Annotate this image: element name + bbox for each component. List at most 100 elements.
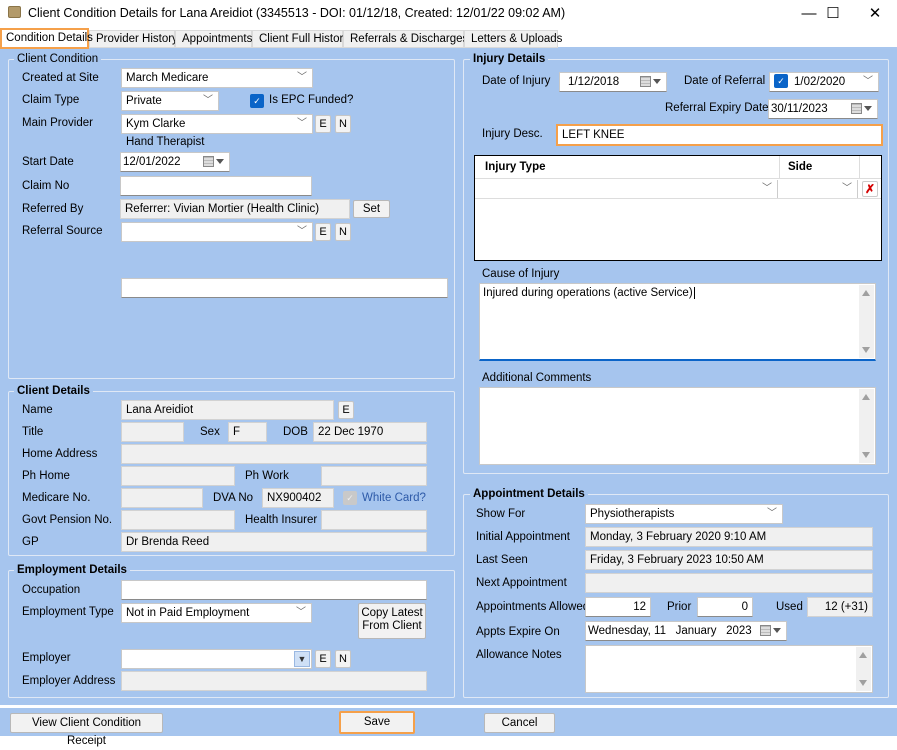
- start-date-value: 12/01/2022: [123, 156, 181, 168]
- used-label: Used: [776, 601, 803, 613]
- employment-type-value: Not in Paid Employment: [126, 607, 250, 619]
- client-condition-title: Client Condition: [14, 53, 102, 65]
- created-at-site-label: Created at Site: [22, 72, 99, 84]
- start-date-label: Start Date: [22, 156, 74, 168]
- additional-comments-textarea[interactable]: [479, 387, 876, 465]
- sex-label: Sex: [200, 426, 220, 438]
- save-button[interactable]: Save: [339, 711, 415, 734]
- grid-header-row: Injury Type Side: [475, 156, 881, 179]
- govt-pension-label: Govt Pension No.: [22, 514, 113, 526]
- new-provider-button[interactable]: N: [335, 115, 351, 133]
- date-of-referral-picker[interactable]: ✓ 1/02/2020 ﹀: [769, 72, 879, 92]
- home-address-field: [121, 444, 427, 464]
- grid-row: ﹀ ﹀ ✗: [475, 179, 881, 199]
- edit-client-button[interactable]: E: [338, 401, 354, 419]
- chevron-down-icon: ﹀: [203, 95, 213, 106]
- start-date-picker[interactable]: 12/01/2022: [120, 152, 230, 172]
- referral-expiry-label: Referral Expiry Date: [665, 102, 769, 114]
- tab-condition-details[interactable]: Condition Details: [0, 28, 93, 49]
- calendar-icon[interactable]: [851, 103, 873, 115]
- referral-source-select[interactable]: ﹀: [121, 222, 313, 242]
- last-seen-field: Friday, 3 February 2023 10:50 AM: [585, 550, 873, 570]
- set-referrer-button[interactable]: Set: [353, 200, 390, 218]
- created-at-site-select[interactable]: March Medicare ﹀: [121, 68, 313, 88]
- chevron-down-icon: ﹀: [297, 226, 307, 237]
- new-referral-source-button[interactable]: N: [335, 223, 351, 241]
- created-at-site-value: March Medicare: [126, 72, 209, 84]
- delete-row-button[interactable]: ✗: [862, 181, 878, 197]
- edit-referral-source-button[interactable]: E: [315, 223, 331, 241]
- tab-letters-uploads[interactable]: Letters & Uploads: [464, 30, 562, 48]
- cancel-button[interactable]: Cancel: [484, 713, 555, 733]
- grid-header-injury-type: Injury Type: [485, 161, 546, 173]
- chevron-down-icon[interactable]: ▼: [294, 651, 310, 667]
- view-receipt-button[interactable]: View Client Condition Receipt: [10, 713, 163, 747]
- main-provider-select[interactable]: Kym Clarke ﹀: [121, 114, 313, 134]
- allowance-notes-textarea[interactable]: [585, 645, 873, 693]
- side-select[interactable]: ﹀: [781, 180, 858, 198]
- calendar-icon[interactable]: [203, 156, 225, 168]
- tab-provider-history[interactable]: Provider History: [89, 30, 178, 48]
- close-button[interactable]: ✕: [852, 0, 897, 28]
- cause-of-injury-textarea[interactable]: Injured during operations (active Servic…: [479, 283, 876, 361]
- health-insurer-label: Health Insurer: [245, 514, 318, 526]
- referral-expiry-picker[interactable]: 30/11/2023: [768, 99, 878, 119]
- medicare-label: Medicare No.: [22, 492, 91, 504]
- extra-condition-input[interactable]: [121, 278, 448, 298]
- scroll-up-icon: [859, 652, 867, 658]
- tab-client-full-history[interactable]: Client Full History: [252, 30, 349, 48]
- close-icon: ✕: [868, 5, 882, 22]
- scrollbar[interactable]: [859, 389, 874, 463]
- employer-select[interactable]: ▼: [121, 649, 312, 669]
- show-for-value: Physiotherapists: [590, 508, 675, 520]
- appts-expire-picker[interactable]: Wednesday, 11 January 2023: [585, 621, 787, 641]
- grid-divider: [859, 156, 860, 179]
- scroll-up-icon: [862, 290, 870, 296]
- new-employer-button[interactable]: N: [335, 650, 351, 668]
- scrollbar[interactable]: [859, 285, 874, 358]
- appointments-allowed-input[interactable]: 12: [585, 597, 651, 617]
- dob-field: 22 Dec 1970: [313, 422, 427, 442]
- chevron-down-icon: ﹀: [767, 508, 777, 519]
- prior-input[interactable]: 0: [697, 597, 753, 617]
- check-icon: ✓: [253, 96, 261, 106]
- window-title: Client Condition Details for Lana Areidi…: [28, 6, 566, 20]
- copy-latest-line1: Copy Latest: [361, 607, 423, 619]
- calendar-icon[interactable]: [760, 625, 782, 637]
- white-card-checkbox[interactable]: ✓: [343, 491, 357, 505]
- injury-details-title: Injury Details: [470, 53, 549, 65]
- home-address-label: Home Address: [22, 448, 98, 460]
- injury-type-select[interactable]: ﹀: [476, 180, 778, 198]
- date-of-referral-checkbox[interactable]: ✓: [774, 73, 788, 88]
- date-of-referral-value: 1/02/2020: [794, 76, 846, 88]
- show-for-select[interactable]: Physiotherapists ﹀: [585, 504, 783, 524]
- tab-appointments[interactable]: Appointments: [175, 30, 252, 48]
- epc-funded-checkbox[interactable]: ✓: [250, 94, 264, 108]
- calendar-icon[interactable]: [640, 76, 662, 88]
- scrollbar[interactable]: [856, 647, 871, 691]
- occupation-input[interactable]: [121, 580, 427, 600]
- edit-provider-button[interactable]: E: [315, 115, 331, 133]
- cause-of-injury-value: Injured during operations (active Servic…: [483, 287, 693, 299]
- date-of-injury-picker[interactable]: 1/12/2018: [559, 72, 667, 92]
- claim-no-input[interactable]: [120, 176, 312, 196]
- scroll-up-icon: [862, 394, 870, 400]
- copy-latest-from-client-button[interactable]: Copy Latest From Client: [358, 603, 426, 639]
- chevron-down-icon: ﹀: [296, 607, 306, 618]
- maximize-button[interactable]: ☐: [810, 0, 856, 28]
- last-seen-label: Last Seen: [476, 554, 528, 566]
- tab-referrals-discharges[interactable]: Referrals & Discharges: [343, 30, 468, 48]
- dva-field: NX900402: [262, 488, 334, 508]
- claim-type-select[interactable]: Private ﹀: [121, 91, 219, 111]
- grid-header-side: Side: [788, 161, 813, 173]
- cause-of-injury-label: Cause of Injury: [482, 268, 560, 280]
- claim-no-label: Claim No: [22, 180, 70, 192]
- scroll-down-icon: [859, 680, 867, 686]
- edit-employer-button[interactable]: E: [315, 650, 331, 668]
- injury-desc-input[interactable]: LEFT KNEE: [556, 124, 883, 146]
- employment-details-title: Employment Details: [14, 564, 130, 576]
- gp-field: Dr Brenda Reed: [121, 532, 427, 552]
- chevron-down-icon: ﹀: [762, 183, 772, 194]
- employment-type-select[interactable]: Not in Paid Employment ﹀: [121, 603, 312, 623]
- used-field: 12 (+31): [807, 597, 873, 617]
